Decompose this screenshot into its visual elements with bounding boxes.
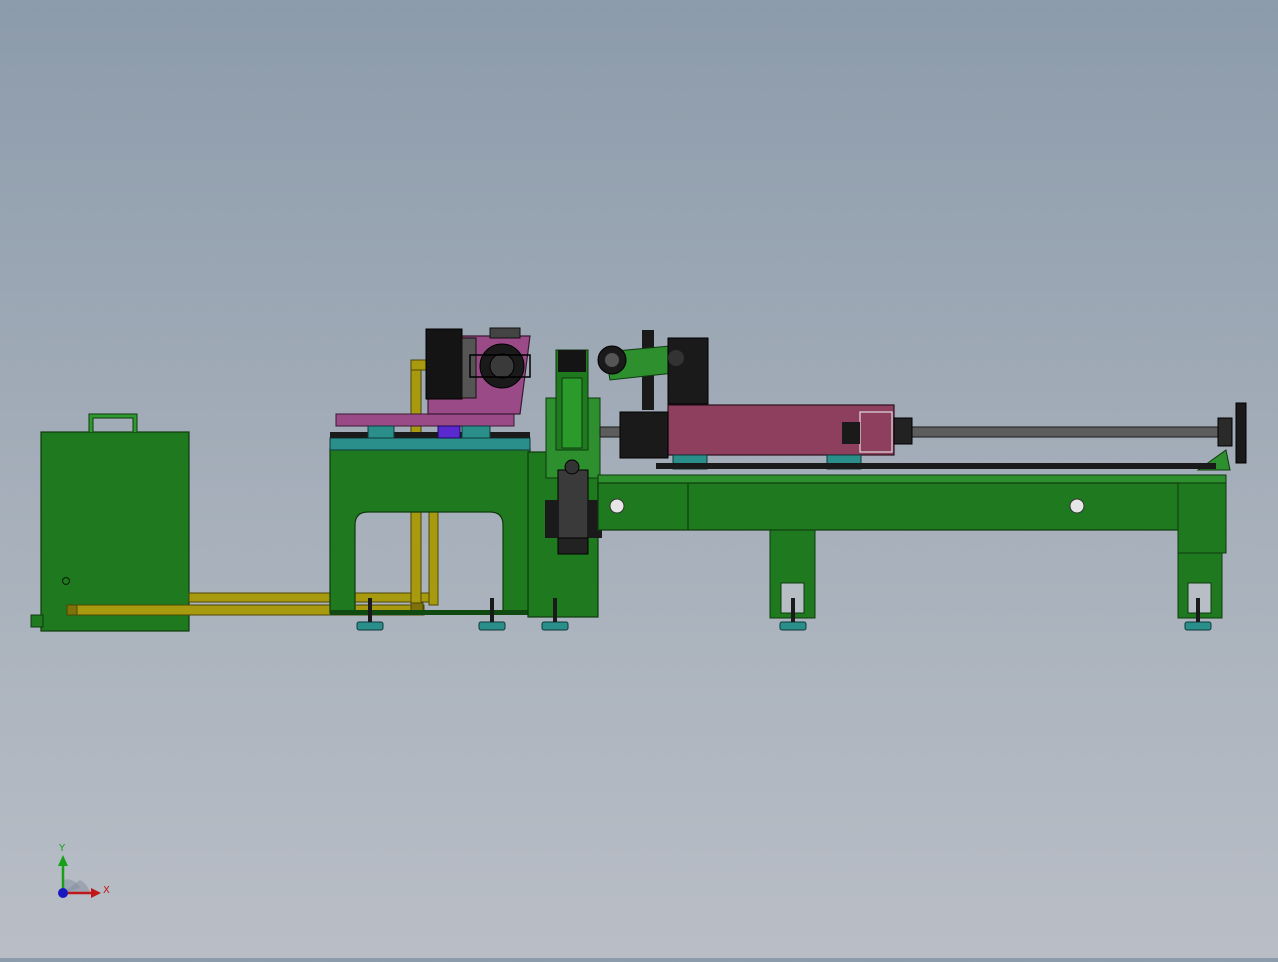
hydraulic-tank [30, 413, 190, 632]
z-axis-dot [58, 888, 68, 898]
bed-frame [597, 474, 1227, 619]
cad-viewport[interactable]: Y X [0, 0, 1278, 958]
coordinate-triad-icon: Y X [58, 843, 110, 898]
guide-wheel-arm [597, 330, 709, 410]
press-column [527, 349, 602, 618]
machine-drawing: Y X [30, 327, 1247, 898]
x-axis-label: X [103, 885, 110, 896]
y-axis-label: Y [58, 843, 66, 854]
upper-carriage [335, 327, 531, 439]
